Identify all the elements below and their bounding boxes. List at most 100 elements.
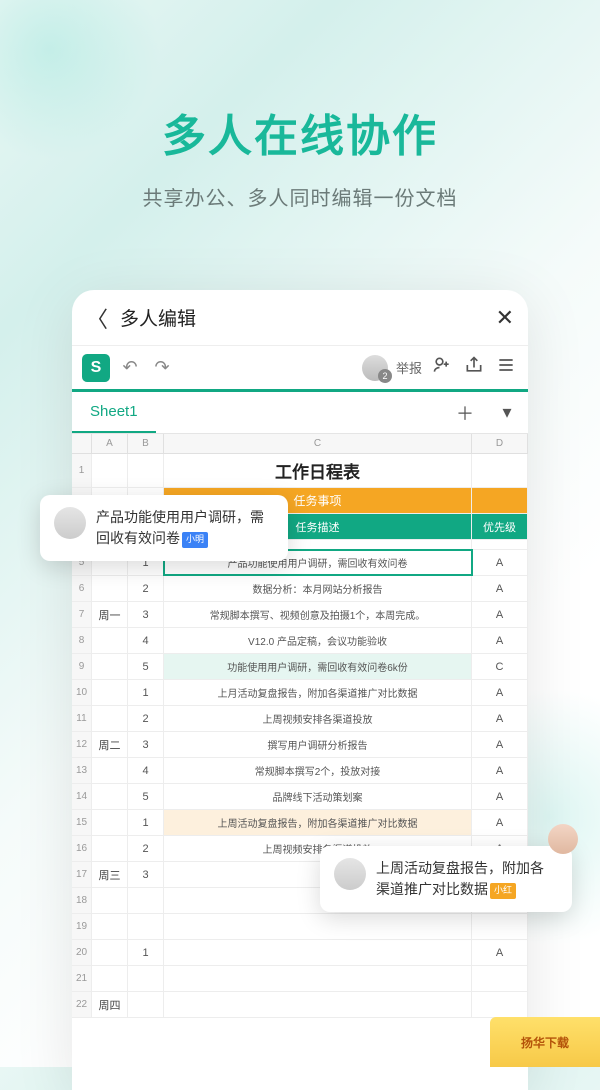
menu-icon[interactable]	[494, 355, 518, 380]
day-cell[interactable]: 周二	[92, 732, 128, 757]
col-header-D[interactable]: D	[472, 434, 528, 453]
priority-cell[interactable]: A	[472, 576, 528, 601]
priority-cell[interactable]: A	[472, 732, 528, 757]
table-row[interactable]: 20 1 A	[72, 940, 528, 966]
table-row[interactable]: 21	[72, 966, 528, 992]
table-row[interactable]: 19	[72, 914, 528, 940]
row-header[interactable]: 21	[72, 966, 92, 991]
row-header[interactable]: 19	[72, 914, 92, 939]
table-row[interactable]: 14 5品牌线下活动策划案A	[72, 784, 528, 810]
sheet-tab[interactable]: Sheet1	[72, 392, 156, 433]
row-header[interactable]: 11	[72, 706, 92, 731]
table-row[interactable]: 22周四	[72, 992, 528, 1018]
day-cell[interactable]	[92, 888, 128, 913]
row-header[interactable]: 14	[72, 784, 92, 809]
desc-cell[interactable]: 功能使用用户调研，需回收有效问卷6k份	[164, 654, 472, 679]
index-cell[interactable]	[128, 888, 164, 913]
sheet-dropdown-icon[interactable]: ▾	[486, 402, 528, 423]
row-header[interactable]: 18	[72, 888, 92, 913]
table-row[interactable]: 134常规脚本撰写2个，投放对接A	[72, 758, 528, 784]
day-cell[interactable]	[92, 576, 128, 601]
table-row[interactable]: 7周一3常规脚本撰写、视频创意及拍摄1个，本周完成。A	[72, 602, 528, 628]
table-row[interactable]: 10 1上月活动复盘报告，附加各渠道推广对比数据A	[72, 680, 528, 706]
priority-cell[interactable]	[472, 992, 528, 1017]
day-cell[interactable]	[92, 810, 128, 835]
day-cell[interactable]	[92, 628, 128, 653]
day-cell[interactable]	[92, 706, 128, 731]
desc-cell[interactable]: 品牌线下活动策划案	[164, 784, 472, 809]
table-row[interactable]: 12周二3撰写用户调研分析报告A	[72, 732, 528, 758]
day-cell[interactable]	[92, 836, 128, 861]
day-cell[interactable]	[92, 784, 128, 809]
col-header-A[interactable]: A	[92, 434, 128, 453]
close-button[interactable]: ✕	[496, 305, 514, 331]
index-cell[interactable]: 1	[128, 940, 164, 965]
index-cell[interactable]: 5	[128, 654, 164, 679]
priority-cell[interactable]: A	[472, 940, 528, 965]
report-button[interactable]: 举报	[396, 358, 422, 377]
index-cell[interactable]	[128, 992, 164, 1017]
add-sheet-button[interactable]: ＋	[444, 400, 486, 426]
index-cell[interactable]	[128, 914, 164, 939]
index-cell[interactable]: 1	[128, 680, 164, 705]
desc-cell[interactable]	[164, 940, 472, 965]
table-row[interactable]: 84V12.0 产品定稿，会议功能验收A	[72, 628, 528, 654]
desc-cell[interactable]	[164, 992, 472, 1017]
desc-cell[interactable]: 常规脚本撰写2个，投放对接	[164, 758, 472, 783]
table-row[interactable]: 11 2上周视频安排各渠道投放A	[72, 706, 528, 732]
index-cell[interactable]: 2	[128, 576, 164, 601]
day-cell[interactable]: 周三	[92, 862, 128, 887]
row-header[interactable]: 6	[72, 576, 92, 601]
desc-cell[interactable]: 上周活动复盘报告，附加各渠道推广对比数据	[164, 810, 472, 835]
table-row[interactable]: 95功能使用用户调研，需回收有效问卷6k份C	[72, 654, 528, 680]
priority-cell[interactable]: A	[472, 810, 528, 835]
day-cell[interactable]	[92, 680, 128, 705]
index-cell[interactable]	[128, 966, 164, 991]
row-header[interactable]: 20	[72, 940, 92, 965]
day-cell[interactable]	[92, 758, 128, 783]
priority-cell[interactable]: A	[472, 758, 528, 783]
priority-cell[interactable]: A	[472, 602, 528, 627]
row-header[interactable]: 22	[72, 992, 92, 1017]
undo-icon[interactable]: ↶	[118, 357, 142, 378]
index-cell[interactable]: 4	[128, 758, 164, 783]
desc-cell[interactable]: 数据分析：本月网站分析报告	[164, 576, 472, 601]
day-cell[interactable]: 周一	[92, 602, 128, 627]
table-row[interactable]: 15 1上周活动复盘报告，附加各渠道推广对比数据A	[72, 810, 528, 836]
desc-cell[interactable]	[164, 914, 472, 939]
day-cell[interactable]	[92, 654, 128, 679]
priority-cell[interactable]: C	[472, 654, 528, 679]
desc-cell[interactable]: 上周视频安排各渠道投放	[164, 706, 472, 731]
sheet-title-cell[interactable]: 工作日程表	[164, 454, 472, 487]
row-header[interactable]: 16	[72, 836, 92, 861]
index-cell[interactable]: 5	[128, 784, 164, 809]
column-label-cell[interactable]: 优先级	[472, 514, 528, 539]
desc-cell[interactable]: 上月活动复盘报告，附加各渠道推广对比数据	[164, 680, 472, 705]
priority-cell[interactable]: A	[472, 706, 528, 731]
priority-cell[interactable]: A	[472, 550, 528, 575]
row-header[interactable]: 7	[72, 602, 92, 627]
day-cell[interactable]	[92, 940, 128, 965]
priority-cell[interactable]	[472, 914, 528, 939]
desc-cell[interactable]: 常规脚本撰写、视频创意及拍摄1个，本周完成。	[164, 602, 472, 627]
index-cell[interactable]: 1	[128, 810, 164, 835]
table-row[interactable]: 1 工作日程表	[72, 454, 528, 488]
row-header[interactable]: 10	[72, 680, 92, 705]
day-cell[interactable]: 周四	[92, 992, 128, 1017]
table-row[interactable]: 6 2数据分析：本月网站分析报告A	[72, 576, 528, 602]
desc-cell[interactable]: 撰写用户调研分析报告	[164, 732, 472, 757]
redo-icon[interactable]: ↷	[150, 357, 174, 378]
row-header[interactable]: 8	[72, 628, 92, 653]
index-cell[interactable]: 3	[128, 602, 164, 627]
priority-cell[interactable]: A	[472, 680, 528, 705]
index-cell[interactable]: 2	[128, 836, 164, 861]
priority-cell[interactable]	[472, 966, 528, 991]
col-header-C[interactable]: C	[164, 434, 472, 453]
index-cell[interactable]: 2	[128, 706, 164, 731]
priority-cell[interactable]: A	[472, 784, 528, 809]
back-button[interactable]: 〈	[86, 302, 114, 334]
row-header[interactable]: 15	[72, 810, 92, 835]
add-user-icon[interactable]	[430, 355, 454, 380]
desc-cell[interactable]: V12.0 产品定稿，会议功能验收	[164, 628, 472, 653]
row-header[interactable]: 1	[72, 454, 92, 487]
